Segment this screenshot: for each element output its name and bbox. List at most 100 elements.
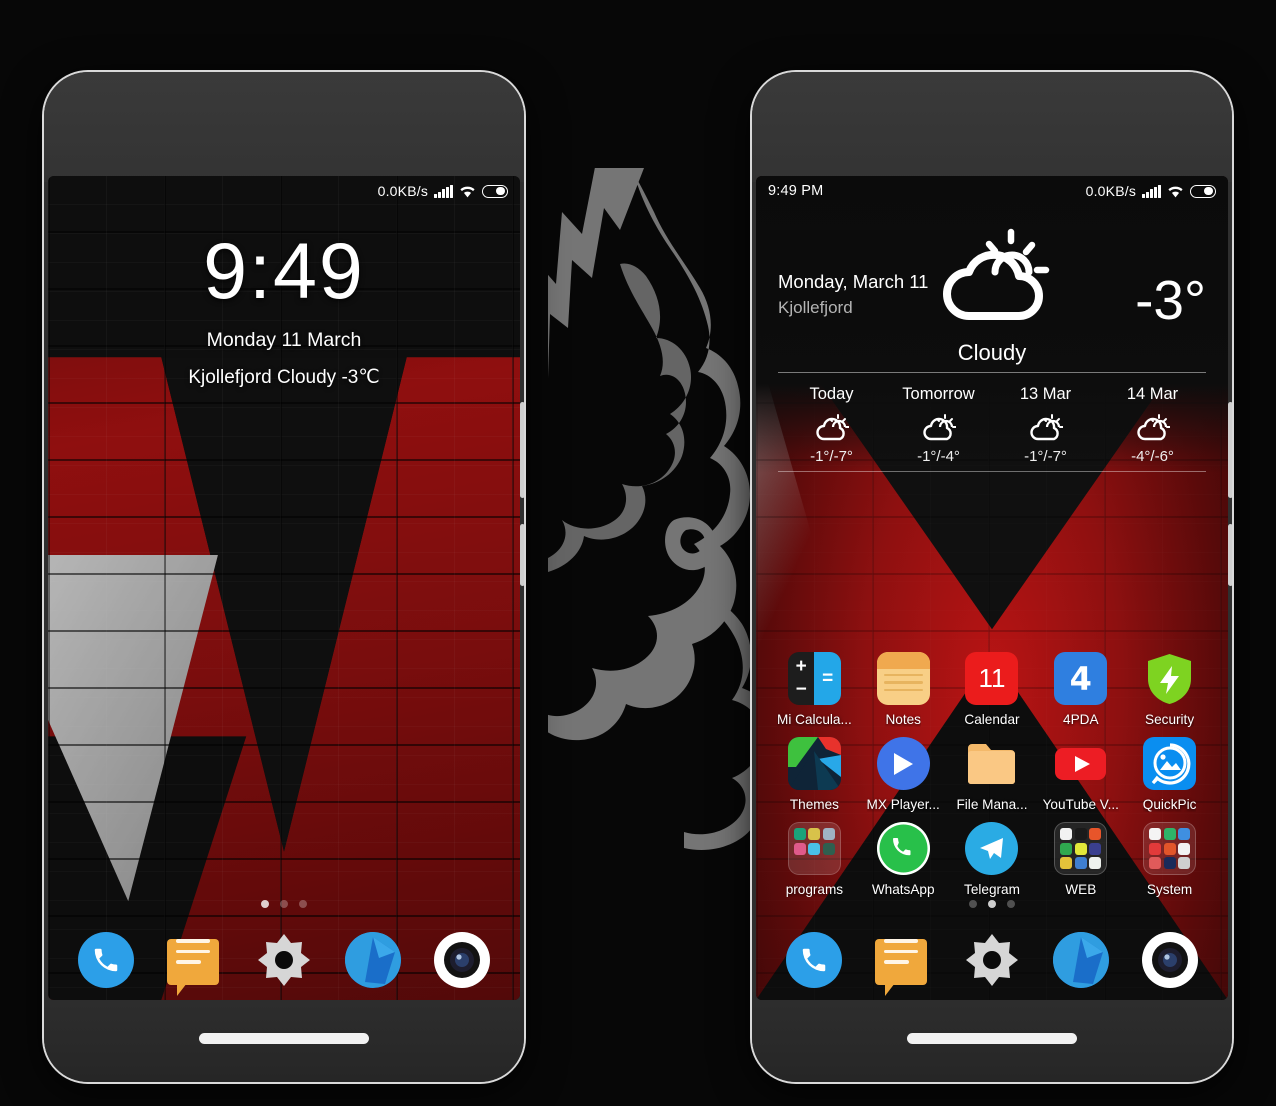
browser-icon[interactable] (344, 932, 401, 988)
play-icon[interactable] (876, 737, 930, 790)
dock-item-messages[interactable] (151, 932, 240, 996)
youtube-icon[interactable] (1054, 737, 1107, 790)
calendar-icon[interactable]: 11 (965, 652, 1019, 705)
app-telegram[interactable]: Telegram (948, 822, 1037, 897)
app-folder-programs[interactable]: programs (770, 822, 859, 897)
camera-icon[interactable] (433, 932, 490, 988)
calculator-icon[interactable]: + − = (787, 652, 841, 705)
app-folder-system[interactable]: System (1125, 822, 1214, 897)
forecast-day[interactable]: 14 Mar -4°/-6° (1099, 385, 1206, 465)
partly-cloudy-icon (933, 224, 1051, 333)
app-folder-icon[interactable] (1143, 822, 1197, 875)
notes-icon[interactable] (876, 652, 930, 705)
wifi-icon (1168, 186, 1183, 197)
forecast-temps: -1°/-4° (917, 448, 960, 465)
home-indicator[interactable] (199, 1033, 369, 1044)
phone-icon[interactable] (78, 932, 135, 988)
volume-button[interactable] (520, 402, 524, 498)
signal-bars-icon (1142, 184, 1161, 198)
app-folder-icon[interactable] (1054, 822, 1108, 875)
dock-item-messages[interactable] (859, 932, 948, 996)
telegram-icon[interactable] (965, 822, 1019, 875)
dock-item-settings[interactable] (948, 932, 1037, 988)
folder-icon[interactable] (965, 737, 1018, 790)
forecast-day[interactable]: Today -1°/-7° (778, 385, 885, 465)
app-label: Mi Calcula... (777, 712, 852, 727)
dock-item-settings[interactable] (240, 932, 329, 988)
page-dot-2[interactable] (988, 900, 996, 908)
app-4pda[interactable]: 4 4PDA (1036, 652, 1125, 727)
dock-item-phone[interactable] (62, 932, 151, 988)
app-quickpic[interactable]: QuickPic (1125, 737, 1214, 812)
left-page-indicator (48, 900, 520, 908)
forecast-day[interactable]: Tomorrow -1°/-4° (885, 385, 992, 465)
app-label: Calendar (964, 712, 1020, 727)
app-folder-icon[interactable] (787, 822, 841, 875)
weather-temperature: -3° (1135, 269, 1206, 331)
forecast-day[interactable]: 13 Mar -1°/-7° (992, 385, 1099, 465)
right-phone-screen[interactable]: 9:49 PM 0.0KB/s Monday, March 11 Kjollef… (756, 176, 1228, 1000)
app-folder-web[interactable]: WEB (1036, 822, 1125, 897)
left-phone-device: 0.0KB/s 9:49 Monday 11 March Kjollefjord… (44, 72, 524, 1082)
partly-cloudy-icon (778, 414, 885, 442)
weather-forecast-row: Today -1°/-7° Tomorrow -1°/-4° 13 Mar -1… (778, 373, 1206, 471)
page-dot-1[interactable] (261, 900, 269, 908)
weather-widget[interactable]: Monday, March 11 Kjollefjord -3° Cloudy … (756, 216, 1228, 472)
left-status-icons: 0.0KB/s (378, 183, 508, 199)
forecast-day-label: Today (809, 385, 854, 403)
power-button[interactable] (1228, 524, 1232, 586)
page-dot-2[interactable] (280, 900, 288, 908)
page-dot-3[interactable] (299, 900, 307, 908)
gear-icon[interactable] (256, 932, 312, 988)
page-dot-3[interactable] (1007, 900, 1015, 908)
battery-icon (482, 184, 508, 198)
app-file-manager[interactable]: File Mana... (948, 737, 1037, 812)
app-themes[interactable]: Themes (770, 737, 859, 812)
right-phone-device: 9:49 PM 0.0KB/s Monday, March 11 Kjollef… (752, 72, 1232, 1082)
forecast-temps: -1°/-7° (810, 448, 853, 465)
gear-icon[interactable] (964, 932, 1020, 988)
app-label: QuickPic (1142, 797, 1197, 812)
gallery-icon[interactable] (1143, 737, 1197, 790)
app-youtube[interactable]: YouTube V... (1036, 737, 1125, 812)
shield-icon[interactable] (1143, 652, 1196, 705)
lockscreen-weather: Kjollefjord Cloudy -3℃ (188, 366, 380, 388)
app-label: Telegram (964, 882, 1020, 897)
left-status-bar: 0.0KB/s (48, 176, 520, 206)
wifi-icon (460, 186, 475, 197)
app-label: MX Player... (866, 797, 940, 812)
dock-item-camera[interactable] (417, 932, 506, 988)
volume-button[interactable] (1228, 402, 1232, 498)
weather-location-block: Monday, March 11 Kjollefjord (778, 271, 928, 318)
dock-item-browser[interactable] (1036, 932, 1125, 988)
app-row: Themes MX Player... File Mana... YouTube… (770, 737, 1214, 812)
app-security[interactable]: Security (1125, 652, 1214, 727)
lockscreen-info: 9:49 Monday 11 March Kjollefjord Cloudy … (48, 229, 520, 389)
right-status-bar: 9:49 PM 0.0KB/s (756, 176, 1228, 206)
message-icon[interactable] (167, 932, 223, 996)
tribal-wolf-logo (548, 168, 779, 850)
browser-icon[interactable] (1052, 932, 1109, 988)
dock-item-camera[interactable] (1125, 932, 1214, 988)
app-mx-player[interactable]: MX Player... (859, 737, 948, 812)
app-calendar[interactable]: 11 Calendar (948, 652, 1037, 727)
app-notes[interactable]: Notes (859, 652, 948, 727)
app-mi-calculator[interactable]: + − = Mi Calcula... (770, 652, 859, 727)
right-page-indicator (756, 900, 1228, 908)
wallpaper-showcase-canvas: 0.0KB/s 9:49 Monday 11 March Kjollefjord… (0, 0, 1276, 1106)
weather-city: Kjollefjord (778, 298, 853, 317)
dock-item-phone[interactable] (770, 932, 859, 988)
4pda-glyph: 4 (1069, 659, 1092, 698)
4pda-icon[interactable]: 4 (1054, 652, 1108, 705)
app-whatsapp[interactable]: WhatsApp (859, 822, 948, 897)
themes-icon[interactable] (787, 737, 841, 790)
dock-item-browser[interactable] (328, 932, 417, 988)
home-indicator[interactable] (907, 1033, 1077, 1044)
message-icon[interactable] (875, 932, 931, 996)
power-button[interactable] (520, 524, 524, 586)
left-phone-screen[interactable]: 0.0KB/s 9:49 Monday 11 March Kjollefjord… (48, 176, 520, 1000)
page-dot-1[interactable] (969, 900, 977, 908)
whatsapp-icon[interactable] (876, 822, 930, 875)
camera-icon[interactable] (1141, 932, 1198, 988)
phone-icon[interactable] (786, 932, 843, 988)
